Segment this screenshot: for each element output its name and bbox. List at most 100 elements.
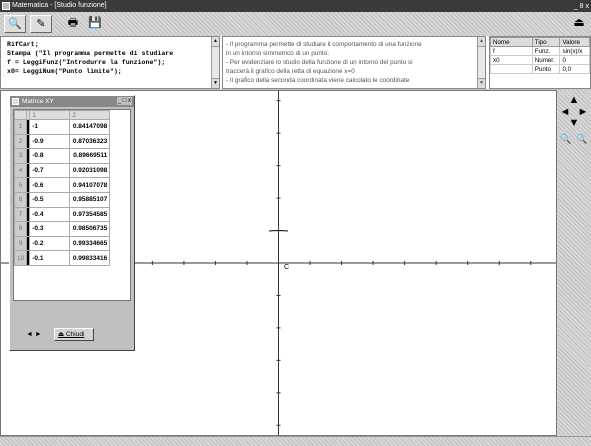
table-cell: f xyxy=(490,46,533,56)
table-row[interactable]: Punto 0,0 xyxy=(490,64,590,74)
table-cell: x0 xyxy=(490,55,533,65)
navigation-panel: ▲ ◄ ► ▼ 🔍 🔍 xyxy=(557,90,591,436)
table-row[interactable]: 2 -0.9 0.87036323 xyxy=(14,133,111,150)
description-scrollbar[interactable] xyxy=(477,37,485,88)
status-bar xyxy=(0,436,591,446)
table-row[interactable]: 4 -0.7 0.92031098 xyxy=(14,162,111,179)
table-row[interactable]: 3 -0.8 0.89669511 xyxy=(14,148,111,164)
table-row[interactable]: 6 -0.5 0.95885107 xyxy=(14,191,111,208)
record-nav-arrows[interactable]: ◄ ► xyxy=(26,331,42,338)
y-cell[interactable]: 0.89669511 xyxy=(69,148,111,164)
matrix-footer: ◄ ► ⏏ Chiudi xyxy=(10,324,134,350)
matrix-title-bar[interactable]: Matrice XY _ □ x xyxy=(10,96,134,107)
x-cell[interactable]: -0.4 xyxy=(29,206,71,223)
row-header: 10 xyxy=(14,250,28,266)
save-icon[interactable]: 💾 xyxy=(84,15,106,33)
table-cell: Numer. xyxy=(531,55,561,65)
variables-header-row: Nome Tipo Valore xyxy=(490,37,590,47)
code-editor[interactable]: RifCart; Stampa ("Il programma permette … xyxy=(0,36,220,89)
table-cell: 0,0 xyxy=(559,64,590,74)
description-line: in un intorno simmetrico di un punto. xyxy=(226,50,330,57)
y-cell[interactable]: 0.94107078 xyxy=(69,177,111,193)
row-header: 4 xyxy=(14,162,28,179)
description-line: - Il programma permette di studiare il c… xyxy=(226,41,422,48)
pan-down-icon[interactable]: ▼ xyxy=(568,117,580,129)
column-header[interactable]: Tipo xyxy=(531,37,561,47)
pencil-icon[interactable]: ✎ xyxy=(30,15,52,33)
exit-icon[interactable]: ⏏ xyxy=(571,15,587,33)
description-line: - Per evidenziare lo studio della funzio… xyxy=(226,59,413,66)
matrix-window[interactable]: Matrice XY _ □ x 1 2 1 -1 0.84147098 2 -0.9… xyxy=(9,95,135,351)
table-row[interactable]: 1 -1 0.84147098 xyxy=(14,119,111,135)
table-row[interactable]: 9 -0.2 0.99334665 xyxy=(14,235,111,252)
table-cell xyxy=(490,64,533,74)
table-row[interactable]: 5 -0.6 0.94107078 xyxy=(14,177,111,193)
row-header: 8 xyxy=(14,221,28,237)
x-cell[interactable]: -0.5 xyxy=(29,191,71,208)
code-line: Stampa ("Il programma permette di studia… xyxy=(7,50,174,57)
description-line: - Il grafico della seconda coordinata vi… xyxy=(226,77,410,84)
row-header: 2 xyxy=(14,133,28,150)
x-cell[interactable]: -0.6 xyxy=(29,177,71,193)
zoom-out-icon[interactable]: 🔍 xyxy=(576,134,587,145)
matrix-window-controls[interactable]: _ □ x xyxy=(116,97,132,105)
column-header[interactable]: 1 xyxy=(29,110,71,120)
y-cell[interactable]: 0.98506735 xyxy=(69,221,111,237)
code-scrollbar[interactable] xyxy=(211,37,219,88)
matrix-window-icon xyxy=(12,98,19,105)
x-cell[interactable]: -0.7 xyxy=(29,162,71,179)
x-cell[interactable]: -0.8 xyxy=(29,148,71,164)
title-bar: Matematica - [Studio funzione] _ 8 x xyxy=(0,0,591,12)
pan-up-icon[interactable]: ▲ xyxy=(568,94,580,106)
x-cell[interactable]: -0.2 xyxy=(29,235,71,252)
x-cell[interactable]: -0.1 xyxy=(29,250,71,266)
row-header: 6 xyxy=(14,191,28,208)
x-cell[interactable]: -1 xyxy=(29,119,71,135)
table-cell: Funz. xyxy=(531,46,561,56)
table-cell: sin(x)/x xyxy=(559,46,590,56)
column-header[interactable]: Nome xyxy=(490,37,533,47)
table-cell: 0 xyxy=(559,55,590,65)
toolbar: 🔍 ✎ 🖶 💾 ⏏ xyxy=(0,12,591,36)
table-row[interactable]: 8 -0.3 0.98506735 xyxy=(14,221,111,237)
variables-table[interactable]: Nome Tipo Valore f Funz. sin(x)/x x0 Num… xyxy=(489,36,591,89)
search-icon[interactable]: 🔍 xyxy=(4,15,26,33)
y-cell[interactable]: 0.97354585 xyxy=(69,206,111,223)
table-row[interactable]: x0 Numer. 0 xyxy=(490,55,590,65)
description-line: traccerà il grafico della retta di equaz… xyxy=(226,68,355,75)
y-cell[interactable]: 0.99833416 xyxy=(69,250,111,266)
zoom-in-icon[interactable]: 🔍 xyxy=(560,134,571,145)
row-header: 7 xyxy=(14,206,28,223)
code-line: x0= LeggiNum("Punto limite"); xyxy=(7,68,122,75)
y-cell[interactable]: 0.84147098 xyxy=(69,119,111,135)
row-header: 5 xyxy=(14,177,28,193)
exit-icon: ⏏ xyxy=(58,331,66,338)
matrix-header-row: 1 2 xyxy=(14,110,111,120)
row-header: 3 xyxy=(14,148,28,164)
column-header[interactable]: Valore xyxy=(559,37,590,47)
matrix-title: Matrice XY xyxy=(22,98,54,105)
y-cell[interactable]: 0.95885107 xyxy=(69,191,111,208)
y-cell[interactable]: 0.87036323 xyxy=(69,133,111,150)
table-row[interactable]: 7 -0.4 0.97354585 xyxy=(14,206,111,223)
matrix-grid[interactable]: 1 2 1 -1 0.84147098 2 -0.9 0.87036323 3 -0.8 0… xyxy=(13,109,131,301)
origin-label: C xyxy=(284,264,290,271)
table-cell: Punto xyxy=(531,64,561,74)
description-pane[interactable]: - Il programma permette di studiare il c… xyxy=(222,36,486,89)
corner-cell xyxy=(14,110,28,120)
table-row[interactable]: 10 -0.1 0.99833416 xyxy=(14,250,111,266)
x-cell[interactable]: -0.3 xyxy=(29,221,71,237)
code-line: f = LeggiFunz("Introdurre la funzione"); xyxy=(7,59,166,66)
y-cell[interactable]: 0.99334665 xyxy=(69,235,111,252)
table-row[interactable]: f Funz. sin(x)/x xyxy=(490,46,590,56)
code-line: RifCart; xyxy=(7,41,39,48)
app-icon xyxy=(2,2,10,10)
row-header: 9 xyxy=(14,235,28,252)
close-button-label: Chiudi xyxy=(65,331,85,338)
column-header[interactable]: 2 xyxy=(69,110,111,120)
printer-icon[interactable]: 🖶 xyxy=(62,15,84,33)
y-cell[interactable]: 0.92031098 xyxy=(69,162,111,179)
window-title: Matematica - [Studio funzione] xyxy=(12,2,107,9)
x-cell[interactable]: -0.9 xyxy=(29,133,71,150)
close-button[interactable]: ⏏ Chiudi xyxy=(54,328,94,341)
